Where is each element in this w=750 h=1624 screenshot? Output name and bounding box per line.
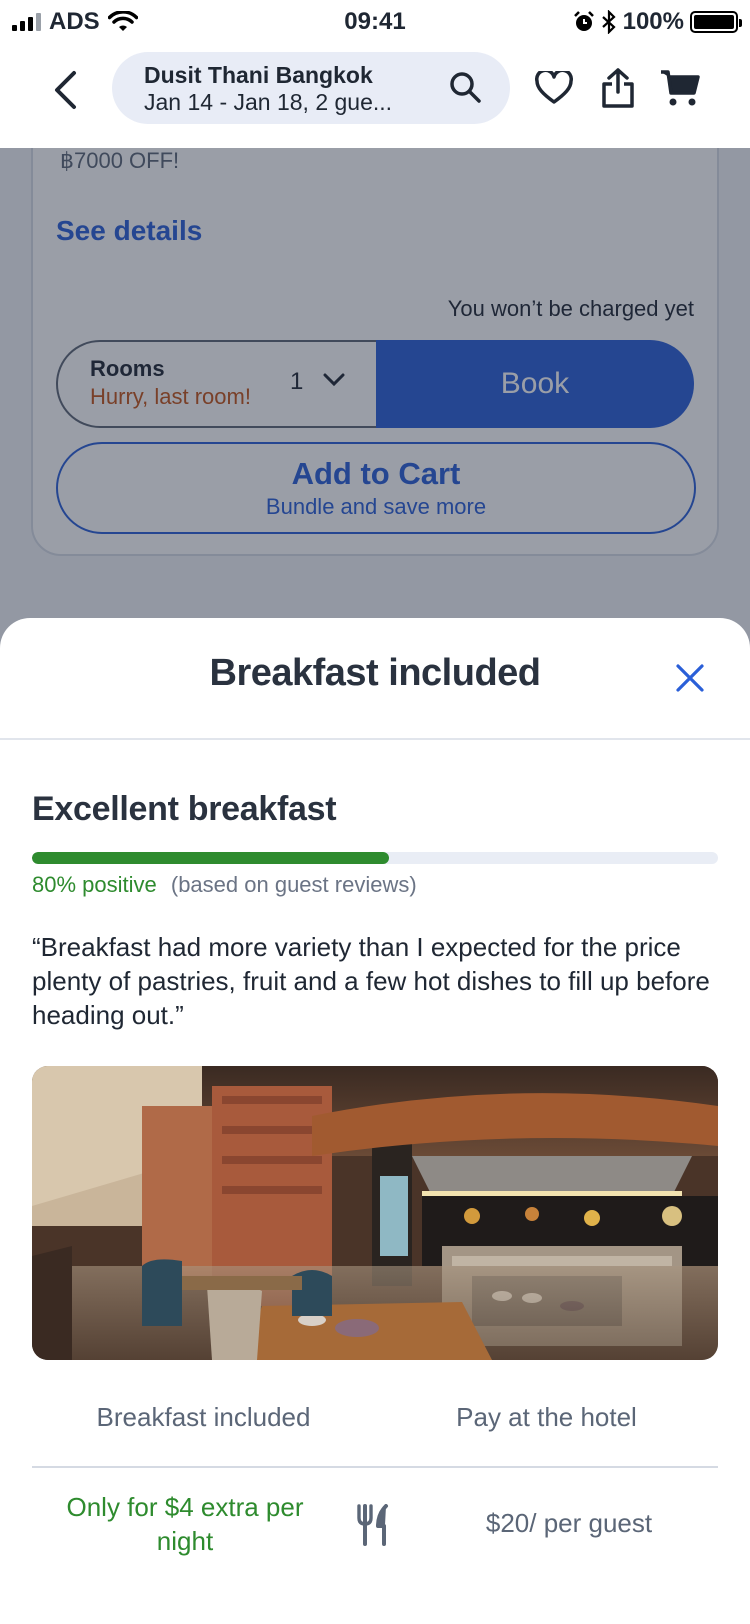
carrier-label: ADS: [49, 8, 100, 35]
breakfast-included-label: Breakfast included: [96, 1402, 311, 1432]
top-header: Dusit Thani Bangkok Jan 14 - Jan 18, 2 g…: [0, 46, 750, 148]
cart-button[interactable]: [658, 66, 702, 110]
breakfast-restaurant-photo: [32, 1066, 718, 1360]
signal-icon: [12, 13, 41, 31]
share-button[interactable]: [596, 66, 640, 110]
status-left: ADS: [12, 8, 138, 36]
review-quote: “Breakfast had more variety than I expec…: [32, 932, 710, 1030]
heart-icon: [535, 71, 573, 104]
modal-overlay[interactable]: [0, 148, 750, 668]
pay-at-hotel-label: Pay at the hotel: [456, 1402, 637, 1432]
close-button[interactable]: [670, 658, 710, 698]
wifi-icon: [107, 11, 138, 31]
battery-icon: [690, 11, 742, 33]
rating-progress-fill: [32, 852, 389, 864]
pay-at-hotel-price: $20/ per guest: [485, 1508, 653, 1538]
breakfast-bottom-sheet: Breakfast included Excellent breakfast 8…: [0, 618, 750, 1624]
rating-summary: 80% positive (based on guest reviews): [32, 872, 417, 898]
favorite-button[interactable]: [532, 66, 576, 110]
breakfast-options-header: Breakfast included Pay at the hotel: [32, 1394, 718, 1442]
close-icon: [676, 664, 704, 692]
cart-icon: [661, 70, 700, 106]
alarm-icon: [573, 11, 594, 31]
positive-percent: 80% positive: [32, 872, 157, 897]
bluetooth-icon: [601, 10, 616, 34]
rating-title: Excellent breakfast: [32, 790, 337, 828]
share-icon: [602, 68, 634, 108]
dates-guests: Jan 14 - Jan 18, 2 gue...: [144, 89, 393, 115]
status-bar: ADS 09:41 100%: [0, 0, 750, 46]
search-summary-pill[interactable]: Dusit Thani Bangkok Jan 14 - Jan 18, 2 g…: [112, 52, 510, 124]
fork-knife-icon: [357, 1504, 388, 1546]
hotel-name: Dusit Thani Bangkok: [144, 62, 373, 88]
back-icon: [55, 71, 76, 109]
back-button[interactable]: [40, 60, 90, 120]
rating-basis: (based on guest reviews): [170, 872, 417, 897]
sheet-divider: [0, 738, 750, 740]
options-divider: [32, 1466, 718, 1468]
search-icon[interactable]: [448, 70, 482, 104]
restaurant-image: [32, 1066, 718, 1360]
status-right: 100%: [573, 8, 742, 36]
rating-progress-bar: [32, 852, 718, 864]
battery-percent: 100%: [622, 8, 684, 35]
included-price: Only for $4 extra per night: [66, 1492, 304, 1556]
sheet-title: Breakfast included: [209, 652, 542, 694]
